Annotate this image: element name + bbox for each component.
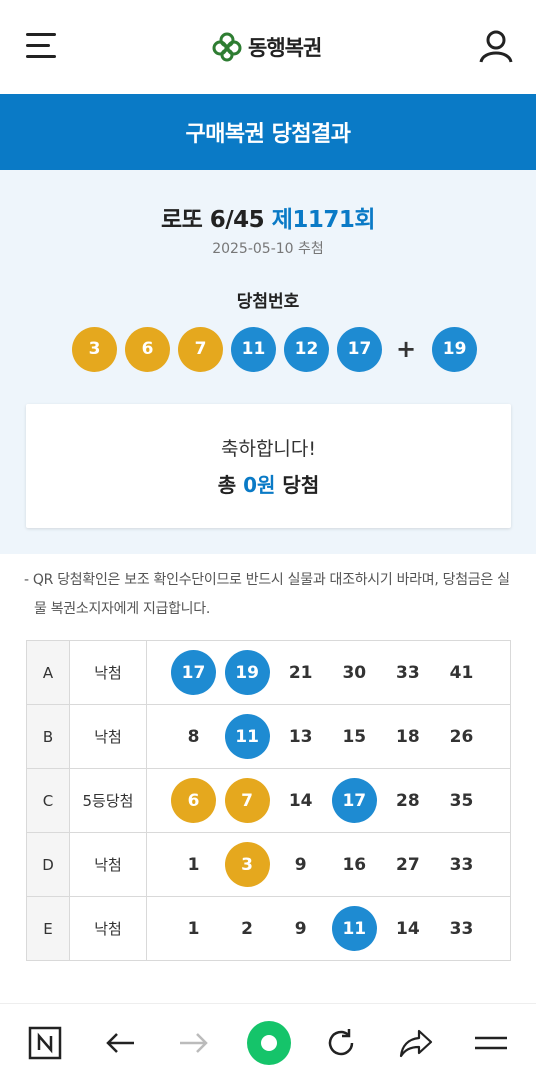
- clover-logo-icon: [212, 32, 242, 62]
- ticket-row: A 낙첨 17 19 21 30 33 41: [26, 640, 511, 705]
- ticket-number: 6: [171, 778, 216, 823]
- top-bar: 동행복권: [0, 0, 536, 94]
- ticket-number: 14: [288, 790, 313, 811]
- ticket-numbers: 17 19 21 30 33 41: [146, 640, 511, 705]
- prize-total: 총 0원 당첨: [26, 469, 511, 498]
- winning-ball: 11: [231, 326, 276, 372]
- ticket-number: 27: [396, 854, 420, 875]
- refresh-icon[interactable]: [322, 1024, 360, 1062]
- prize-summary-card: 축하합니다! 총 0원 당첨: [26, 404, 511, 528]
- winning-ball: 7: [178, 326, 223, 372]
- prize-prefix: 총: [217, 473, 237, 497]
- bonus-ball: 19: [432, 326, 478, 372]
- winning-ball: 17: [337, 326, 382, 372]
- winning-ball: 6: [125, 326, 170, 372]
- ticket-number: 33: [396, 662, 420, 683]
- qr-notice: - QR 당첨확인은 보조 확인수단이므로 반드시 실물과 대조하시기 바라며,…: [24, 566, 514, 624]
- ticket-number: 11: [224, 714, 270, 759]
- ticket-number: 14: [396, 918, 420, 939]
- draw-title: 로또 6/45 제1171회: [0, 200, 536, 234]
- bonus-plus-sign: +: [396, 335, 417, 363]
- ticket-number: 21: [288, 662, 313, 683]
- ticket-status: 5등당첨: [69, 768, 147, 833]
- ticket-number: 2: [241, 918, 254, 939]
- hamburger-menu-icon[interactable]: [26, 33, 56, 61]
- ticket-number: 1: [187, 918, 200, 939]
- ticket-row: E 낙첨 1 2 9 11 14 33: [26, 896, 511, 961]
- ticket-number: 30: [342, 662, 367, 683]
- ticket-status: 낙첨: [69, 640, 147, 705]
- ticket-game-label: A: [26, 640, 70, 705]
- ticket-number: 1: [187, 854, 200, 875]
- ticket-number: 33: [449, 854, 474, 875]
- winning-ball: 12: [284, 326, 329, 372]
- ticket-number: 7: [224, 778, 270, 823]
- browser-bottom-bar: [0, 1003, 536, 1079]
- more-menu-icon[interactable]: [472, 1024, 510, 1062]
- page-title-bar: 구매복권 당첨결과: [0, 94, 536, 170]
- ticket-number: 33: [449, 918, 474, 939]
- draw-date: 2025-05-10 추첨: [212, 241, 324, 257]
- ticket-number: 9: [294, 854, 307, 875]
- winning-ball: 3: [72, 326, 117, 372]
- game-name: 로또 6/45: [160, 207, 265, 233]
- ticket-status: 낙첨: [69, 704, 147, 769]
- home-green-icon[interactable]: [246, 1020, 292, 1066]
- ticket-table: A 낙첨 17 19 21 30 33 41 B 낙첨 8 11 13 15 18 26 C 5등당첨 6 7 14 17…: [26, 640, 511, 961]
- qr-notice-text: - QR 당첨확인은 보조 확인수단이므로 반드시 실물과 대조하시기 바라며,…: [24, 572, 510, 617]
- ticket-numbers: 1 2 9 11 14 33: [146, 896, 511, 961]
- ticket-number: 17: [331, 778, 377, 823]
- ticket-number: 16: [342, 854, 367, 875]
- congrats-message: 축하합니다!: [220, 438, 317, 460]
- winning-numbers-label: 당첨번호: [236, 292, 300, 312]
- ticket-game-label: D: [26, 832, 70, 897]
- ticket-status: 낙첨: [69, 896, 147, 961]
- forward-arrow-icon[interactable]: [175, 1024, 213, 1062]
- ticket-number: 9: [294, 918, 307, 939]
- ticket-row: B 낙첨 8 11 13 15 18 26: [26, 704, 511, 769]
- ticket-game-label: C: [26, 768, 70, 833]
- ticket-number: 3: [224, 842, 270, 887]
- page-title: 구매복권 당첨결과: [185, 122, 351, 147]
- ticket-number: 18: [396, 726, 420, 747]
- logo-text: 동행복권: [248, 36, 322, 60]
- user-icon[interactable]: [478, 28, 514, 64]
- ticket-game-label: E: [26, 896, 70, 961]
- ticket-numbers: 1 3 9 16 27 33: [146, 832, 511, 897]
- ticket-numbers: 6 7 14 17 28 35: [146, 768, 511, 833]
- ticket-numbers: 8 11 13 15 18 26: [146, 704, 511, 769]
- share-icon[interactable]: [397, 1024, 435, 1062]
- ticket-row: D 낙첨 1 3 9 16 27 33: [26, 832, 511, 897]
- ticket-number: 15: [342, 726, 367, 747]
- logo[interactable]: 동행복권: [212, 30, 322, 64]
- ticket-number: 19: [224, 650, 270, 695]
- ticket-number: 17: [171, 650, 216, 695]
- ticket-number: 11: [331, 906, 377, 951]
- naver-n-icon[interactable]: [26, 1024, 64, 1062]
- ticket-number: 8: [187, 726, 200, 747]
- draw-result-section: 로또 6/45 제1171회 2025-05-10 추첨 당첨번호 3 6 7 …: [0, 170, 536, 554]
- ticket-number: 28: [396, 790, 420, 811]
- ticket-number: 41: [449, 662, 474, 683]
- prize-suffix: 당첨: [282, 473, 320, 497]
- ticket-game-label: B: [26, 704, 70, 769]
- winning-numbers: 3 6 7 11 12 17 + 19: [72, 326, 485, 372]
- ticket-row: C 5등당첨 6 7 14 17 28 35: [26, 768, 511, 833]
- ticket-number: 13: [288, 726, 313, 747]
- ticket-status: 낙첨: [69, 832, 147, 897]
- ticket-number: 35: [449, 790, 474, 811]
- prize-amount: 0원: [243, 473, 276, 497]
- back-arrow-icon[interactable]: [101, 1024, 139, 1062]
- ticket-number: 26: [449, 726, 474, 747]
- round-number: 제1171회: [271, 207, 376, 233]
